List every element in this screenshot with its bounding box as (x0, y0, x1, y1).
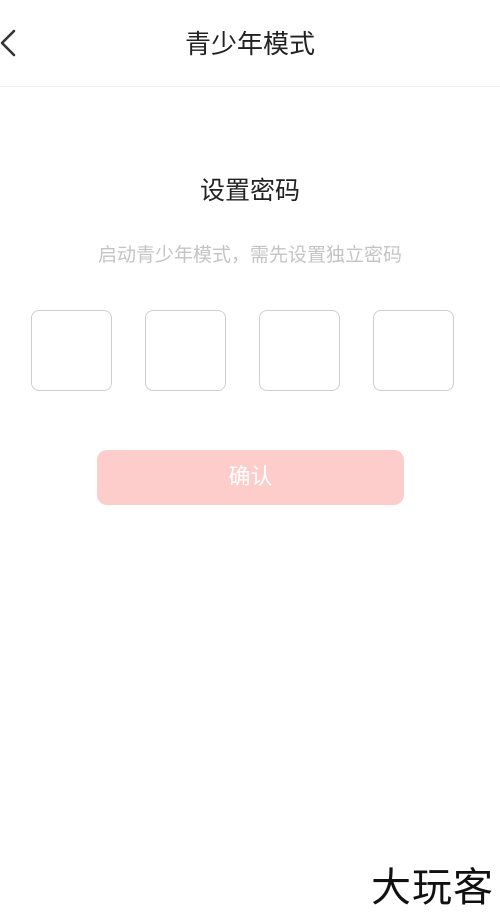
page-title: 青少年模式 (184, 30, 315, 60)
pin-digit-3-input[interactable] (259, 310, 340, 391)
pin-digit-1-input[interactable] (31, 310, 112, 391)
pin-digit-2-input[interactable] (145, 310, 226, 391)
pin-input-group (0, 310, 500, 394)
set-password-title: 设置密码 (199, 176, 300, 205)
confirm-button[interactable]: 确认 (97, 450, 404, 505)
watermark-logo: 大玩客 (371, 865, 494, 911)
pin-digit-4-input[interactable] (373, 310, 454, 391)
navigation-bar: 青少年模式 (0, 0, 500, 87)
instruction-text: 启动青少年模式，需先设置独立密码 (97, 244, 402, 266)
